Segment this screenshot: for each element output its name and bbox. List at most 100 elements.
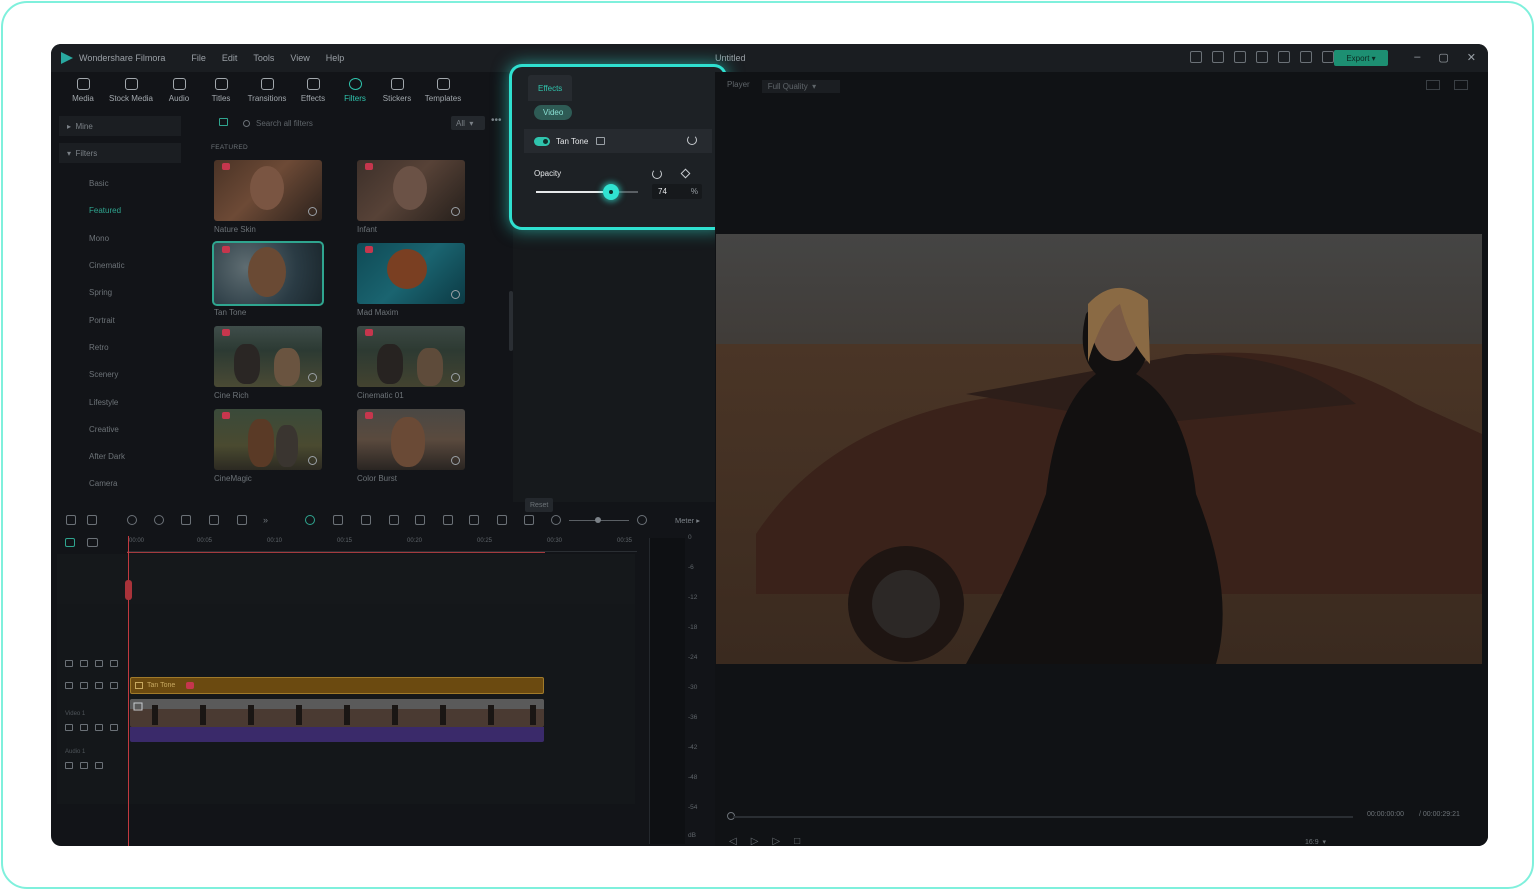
filter-tile-cine-rich[interactable]: Cine Rich (214, 326, 322, 400)
opacity-slider[interactable] (536, 184, 638, 200)
tab-transitions[interactable]: Transitions (245, 72, 289, 112)
step-back-icon[interactable]: ▷ (751, 836, 759, 846)
snapshot-icon[interactable] (361, 515, 371, 525)
eye-icon[interactable] (95, 682, 103, 689)
cloud-icon[interactable] (1300, 51, 1312, 63)
effect-settings-icon[interactable] (596, 137, 606, 145)
select-tool-icon[interactable] (87, 515, 97, 525)
snapshot-view-icon[interactable] (1454, 80, 1468, 90)
tab-templates[interactable]: Templates (421, 72, 465, 112)
quality-select[interactable]: Full Quality ▾ (761, 80, 840, 93)
mute-icon[interactable] (80, 660, 88, 667)
lock-icon[interactable] (65, 682, 73, 689)
zoom-in-icon[interactable] (637, 515, 647, 525)
tab-stickers[interactable]: Stickers (379, 72, 415, 112)
category-after-dark[interactable]: After Dark (57, 443, 183, 470)
opacity-reset-icon[interactable] (652, 169, 662, 179)
timeline-ruler[interactable]: 00:00 00:05 00:10 00:15 00:20 00:25 00:3… (127, 534, 637, 552)
meter-toggle[interactable]: Meter ▸ (675, 516, 700, 525)
category-featured[interactable]: Featured (57, 197, 183, 224)
category-camera[interactable]: Camera (57, 470, 183, 497)
stop-icon[interactable]: □ (794, 836, 800, 846)
link-icon[interactable] (65, 538, 75, 547)
audio-clip-waveform[interactable] (130, 727, 544, 742)
tab-stock-media[interactable]: Stock Media (107, 72, 155, 112)
edit-icon[interactable] (110, 682, 118, 689)
category-scenery[interactable]: Scenery (57, 361, 183, 388)
video-clip[interactable] (130, 699, 544, 727)
export-button[interactable]: Export ▾ (1334, 50, 1388, 66)
layout-icon[interactable] (1256, 51, 1268, 63)
minimize-icon[interactable]: – (1414, 51, 1420, 64)
menu-tools[interactable]: Tools (253, 53, 274, 63)
tab-media[interactable]: Media (65, 72, 101, 112)
save-icon[interactable] (1278, 51, 1290, 63)
send-icon[interactable] (1212, 51, 1224, 63)
filter-tile-tan-tone[interactable]: Tan Tone (212, 241, 324, 317)
download-icon[interactable] (451, 373, 460, 382)
playhead-handle[interactable] (125, 580, 132, 600)
eye-icon[interactable] (95, 660, 103, 667)
motion-tracking-icon[interactable] (333, 515, 343, 525)
fit-icon[interactable] (524, 515, 534, 525)
support-icon[interactable] (1322, 51, 1334, 63)
reset-icon[interactable] (687, 135, 697, 145)
download-icon[interactable] (308, 207, 317, 216)
download-icon[interactable] (308, 456, 317, 465)
tab-effects[interactable]: Effects (295, 72, 331, 112)
filter-tile-cinematic-01[interactable]: Cinematic 01 (357, 326, 465, 400)
category-lifestyle[interactable]: Lifestyle (57, 388, 183, 415)
category-basic[interactable]: Basic (57, 170, 183, 197)
category-creative[interactable]: Creative (57, 416, 183, 443)
menu-edit[interactable]: Edit (222, 53, 238, 63)
subtitle-icon[interactable] (469, 515, 479, 525)
category-filters[interactable]: ▾ Filters (59, 143, 181, 163)
search-input[interactable]: Search all filters (256, 119, 313, 128)
tab-audio[interactable]: Audio (161, 72, 197, 112)
compare-view-icon[interactable] (1426, 80, 1440, 90)
filter-tile-cinemagic[interactable]: CineMagic (214, 409, 322, 483)
edit-icon[interactable] (110, 724, 118, 731)
tab-filters[interactable]: Filters (337, 72, 373, 112)
redo-icon[interactable] (154, 515, 164, 525)
tab-effects-panel[interactable]: Effects (528, 75, 573, 101)
mute-icon[interactable] (80, 724, 88, 731)
zoom-out-icon[interactable] (551, 515, 561, 525)
category-spring[interactable]: Spring (57, 279, 183, 306)
more-tools-icon[interactable]: » (263, 515, 273, 525)
zoom-slider-thumb[interactable] (595, 517, 601, 523)
opacity-input[interactable]: 74 % (652, 184, 702, 199)
add-icon[interactable] (451, 290, 460, 299)
microphone-icon[interactable] (443, 515, 453, 525)
previous-frame-icon[interactable]: ◁ (729, 836, 737, 846)
cut-icon[interactable] (209, 515, 219, 525)
filter-tile-color-burst[interactable]: Color Burst (357, 409, 465, 483)
download-icon[interactable] (308, 373, 317, 382)
layout-grid-icon[interactable] (66, 515, 76, 525)
category-mine[interactable]: ▸ Mine (59, 116, 181, 136)
edit-icon[interactable] (95, 762, 103, 769)
more-icon[interactable]: ••• (491, 115, 502, 126)
lock-icon[interactable] (65, 762, 73, 769)
download-icon[interactable] (451, 207, 460, 216)
add-track-icon[interactable] (87, 538, 98, 547)
lock-icon[interactable] (65, 660, 73, 667)
mute-icon[interactable] (80, 762, 88, 769)
filter-tile-infant[interactable]: Infant (357, 160, 465, 234)
mask-icon[interactable] (415, 515, 425, 525)
project-icon[interactable] (1234, 51, 1246, 63)
tab-video[interactable]: Video (534, 105, 573, 120)
tab-titles[interactable]: Titles (203, 72, 239, 112)
speed-icon[interactable] (389, 515, 399, 525)
playback-scrubber[interactable] (733, 816, 1353, 818)
maximize-icon[interactable]: ▢ (1438, 51, 1448, 64)
lock-icon[interactable] (65, 724, 73, 731)
menu-file[interactable]: File (191, 53, 206, 63)
category-cinematic[interactable]: Cinematic (57, 252, 183, 279)
video-preview[interactable] (716, 234, 1482, 664)
text-tool-icon[interactable] (237, 515, 247, 525)
filter-type-select[interactable]: All ▾ (451, 116, 485, 130)
keyframe-icon[interactable] (680, 168, 691, 179)
gift-icon[interactable] (1190, 51, 1202, 63)
play-icon[interactable]: ▷ (772, 836, 780, 846)
